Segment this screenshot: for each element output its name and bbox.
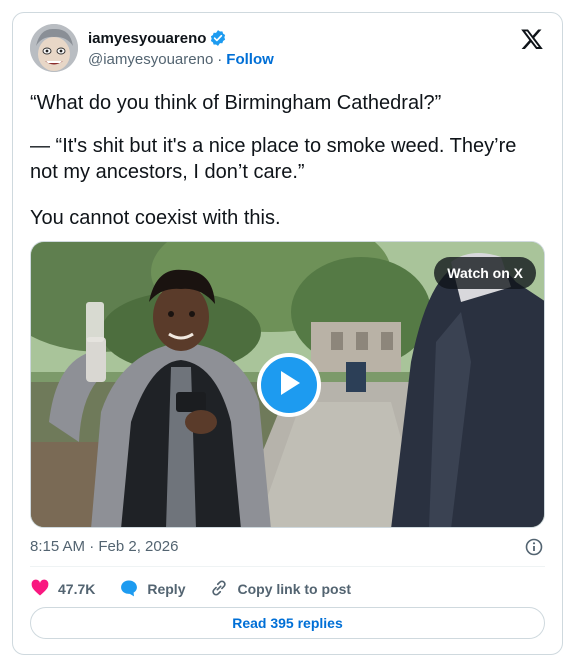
play-button[interactable] bbox=[257, 353, 321, 417]
watch-on-x-button[interactable]: Watch on X bbox=[434, 257, 536, 289]
divider bbox=[30, 566, 545, 567]
read-replies-button[interactable]: Read 395 replies bbox=[30, 607, 545, 639]
action-bar: 47.7K Reply Copy link to post bbox=[30, 577, 375, 601]
reply-button[interactable]: Reply bbox=[119, 578, 185, 601]
display-name[interactable]: iamyesyouareno bbox=[88, 30, 206, 47]
link-icon bbox=[209, 578, 237, 601]
verified-badge-icon bbox=[209, 29, 227, 47]
like-button[interactable]: 47.7K bbox=[30, 578, 95, 601]
copy-link-button[interactable]: Copy link to post bbox=[209, 578, 351, 601]
copy-link-label: Copy link to post bbox=[237, 581, 352, 597]
separator: · bbox=[217, 51, 223, 68]
tweet-text-line-1: “What do you think of Birmingham Cathedr… bbox=[30, 92, 442, 114]
handle[interactable]: @iamyesyouareno bbox=[88, 51, 213, 68]
reply-bubble-icon bbox=[119, 578, 147, 601]
video-player[interactable]: Watch on X bbox=[30, 241, 545, 528]
timestamp[interactable]: 8:15 AM · Feb 2, 2026 bbox=[30, 538, 178, 555]
play-icon bbox=[276, 369, 302, 402]
info-icon[interactable] bbox=[524, 537, 544, 557]
like-count: 47.7K bbox=[58, 581, 96, 597]
follow-button[interactable]: Follow bbox=[226, 51, 274, 68]
tweet-text-line-3: You cannot coexist with this. bbox=[30, 207, 281, 229]
tweet-card: iamyesyouareno @iamyesyouareno · Follow … bbox=[12, 12, 563, 655]
x-logo-icon[interactable] bbox=[520, 27, 544, 51]
tweet-text-line-2: — “It's shit but it's a nice place to sm… bbox=[30, 135, 517, 183]
avatar[interactable] bbox=[30, 24, 78, 72]
heart-icon bbox=[30, 578, 58, 601]
reply-label: Reply bbox=[147, 581, 186, 597]
